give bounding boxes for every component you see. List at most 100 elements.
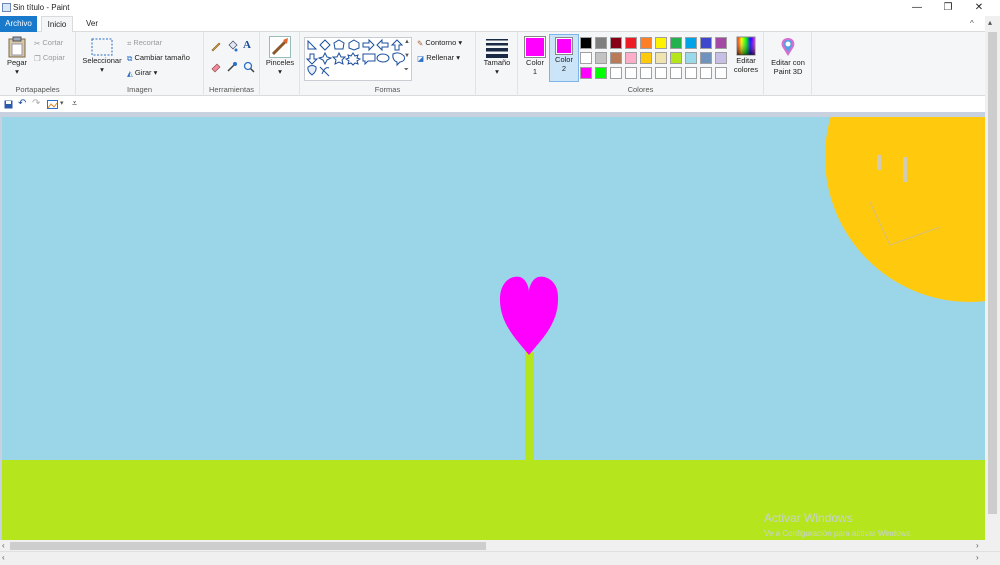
palette-swatch[interactable] [715, 37, 727, 49]
palette-swatch[interactable] [700, 67, 712, 79]
vertical-scroll-thumb[interactable] [988, 32, 997, 514]
palette-swatch[interactable] [670, 52, 682, 64]
brush-icon [269, 36, 291, 58]
gallery-up-icon[interactable]: ▲ [404, 39, 410, 45]
palette-swatch[interactable] [685, 52, 697, 64]
scroll-up-icon[interactable]: ▴ [988, 18, 992, 27]
vertical-scrollbar[interactable]: ▴ [985, 16, 1000, 540]
restore-button[interactable]: ❐ [941, 2, 955, 14]
palette-swatch[interactable] [640, 37, 652, 49]
chevron-down-icon: ▾ [458, 38, 463, 47]
palette-swatch[interactable] [625, 37, 637, 49]
save-icon[interactable] [4, 100, 13, 111]
color1-button[interactable]: Color 1 [521, 36, 549, 76]
resize-button[interactable]: ⧉ Cambiar tamaño [127, 52, 190, 63]
crop-label: Recortar [133, 38, 163, 47]
chevron-down-icon: ▾ [100, 65, 104, 74]
picture-icon[interactable] [47, 100, 58, 111]
shapes-group: ▲ ▼ ⏷ ✎ Contorno ▾ ◪ Rellenar ▾ Formas [300, 32, 476, 96]
tab-home[interactable]: Inicio [41, 16, 73, 33]
palette-swatch[interactable] [655, 67, 667, 79]
undo-icon[interactable]: ↶ [18, 98, 26, 109]
edit-colors-label-2: colores [733, 65, 759, 74]
palette-swatch[interactable] [670, 37, 682, 49]
chevron-down-icon: ▾ [278, 67, 282, 76]
copy-icon: ❐ [34, 53, 41, 63]
fill-label: Rellenar [426, 53, 455, 62]
clipboard-group-label: Portapapeles [15, 85, 60, 94]
palette-swatch[interactable] [715, 52, 727, 64]
edit-colors-button[interactable]: Editar colores [730, 36, 762, 74]
palette-swatch[interactable] [610, 52, 622, 64]
palette-swatch[interactable] [655, 52, 667, 64]
sun-right-eye [903, 157, 907, 182]
edit-with-paint3d-button[interactable]: Editar con Paint 3D [766, 36, 810, 76]
rotate-button[interactable]: ◭ Girar ▾ [127, 67, 157, 78]
palette-swatch[interactable] [700, 37, 712, 49]
tab-view[interactable]: Ver [80, 16, 104, 32]
tab-file[interactable]: Archivo [0, 16, 37, 32]
palette-swatch[interactable] [685, 67, 697, 79]
text-tool-icon[interactable]: A [243, 39, 251, 51]
palette-swatch[interactable] [655, 37, 667, 49]
gallery-down-icon[interactable]: ▼ [404, 53, 410, 59]
select-button[interactable]: Seleccionar ▾ [80, 38, 124, 74]
palette-swatch[interactable] [610, 67, 622, 79]
palette-swatch[interactable] [625, 67, 637, 79]
palette-swatch[interactable] [595, 52, 607, 64]
copy-button[interactable]: ❐ Copiar [34, 52, 65, 63]
horizontal-scroll-thumb[interactable] [10, 542, 486, 550]
close-button[interactable]: ✕ [972, 2, 986, 14]
size-button[interactable]: Tamaño ▾ [480, 38, 514, 76]
rotate-label: Girar [134, 68, 152, 77]
outline-label: Contorno [425, 38, 457, 47]
paste-button[interactable]: Pegar ▾ [3, 36, 31, 76]
outline-icon: ✎ [417, 38, 424, 48]
gallery-more-icon[interactable]: ⏷ [404, 67, 409, 74]
outline-button[interactable]: ✎ Contorno ▾ [417, 37, 462, 48]
collapse-ribbon-button[interactable]: ^ [970, 19, 974, 28]
redo-icon[interactable]: ↷ [32, 98, 40, 109]
palette-swatch[interactable] [580, 37, 592, 49]
color1-swatch [526, 38, 544, 56]
palette-swatch[interactable] [685, 37, 697, 49]
brushes-group: Pinceles ▾ Pinceles [260, 32, 300, 96]
palette-swatch[interactable] [625, 52, 637, 64]
crop-button[interactable]: ⌗ Recortar [127, 37, 162, 48]
cut-button[interactable]: ✂ Cortar [34, 37, 63, 48]
palette-swatch[interactable] [640, 67, 652, 79]
color-picker-icon[interactable] [226, 61, 238, 75]
palette-swatch[interactable] [580, 52, 592, 64]
customize-toolbar-icon[interactable]: ⩡ [72, 98, 77, 109]
shapes-gallery-icons [305, 38, 405, 77]
palette-swatch[interactable] [610, 37, 622, 49]
paint-app-icon[interactable] [2, 3, 11, 12]
quick-access-toolbar: ↶ ↷ ▾ ⩡ [0, 97, 985, 112]
scroll-right-icon[interactable]: › [976, 540, 979, 551]
palette-swatch[interactable] [595, 37, 607, 49]
chevron-down-icon: ▾ [15, 67, 19, 76]
magnifier-icon[interactable] [243, 61, 255, 75]
color1-label: Color [526, 58, 544, 67]
pencil-icon[interactable] [210, 40, 222, 54]
shapes-gallery[interactable] [304, 37, 412, 81]
palette-swatch[interactable] [700, 52, 712, 64]
chevron-down-icon[interactable]: ▾ [60, 99, 64, 107]
drawing-canvas[interactable] [2, 117, 985, 540]
horizontal-scrollbar[interactable]: ‹ › [0, 540, 985, 551]
palette-swatch[interactable] [580, 67, 592, 79]
palette-swatch[interactable] [670, 67, 682, 79]
minimize-button[interactable]: — [910, 2, 924, 14]
fill-bucket-icon[interactable] [226, 40, 238, 54]
palette-swatch[interactable] [715, 67, 727, 79]
paint3d-label-1: Editar con [771, 58, 805, 67]
fill-button[interactable]: ◪ Rellenar ▾ [417, 52, 460, 63]
palette-swatch[interactable] [595, 67, 607, 79]
color2-button[interactable]: Color 2 [549, 34, 579, 82]
select-label: Seleccionar [82, 56, 122, 65]
palette-swatch[interactable] [640, 52, 652, 64]
brushes-button[interactable]: Pinceles ▾ [263, 36, 297, 76]
image-group-label: Imagen [126, 85, 153, 94]
eraser-icon[interactable] [210, 61, 222, 75]
scroll-left-icon[interactable]: ‹ [2, 540, 5, 551]
